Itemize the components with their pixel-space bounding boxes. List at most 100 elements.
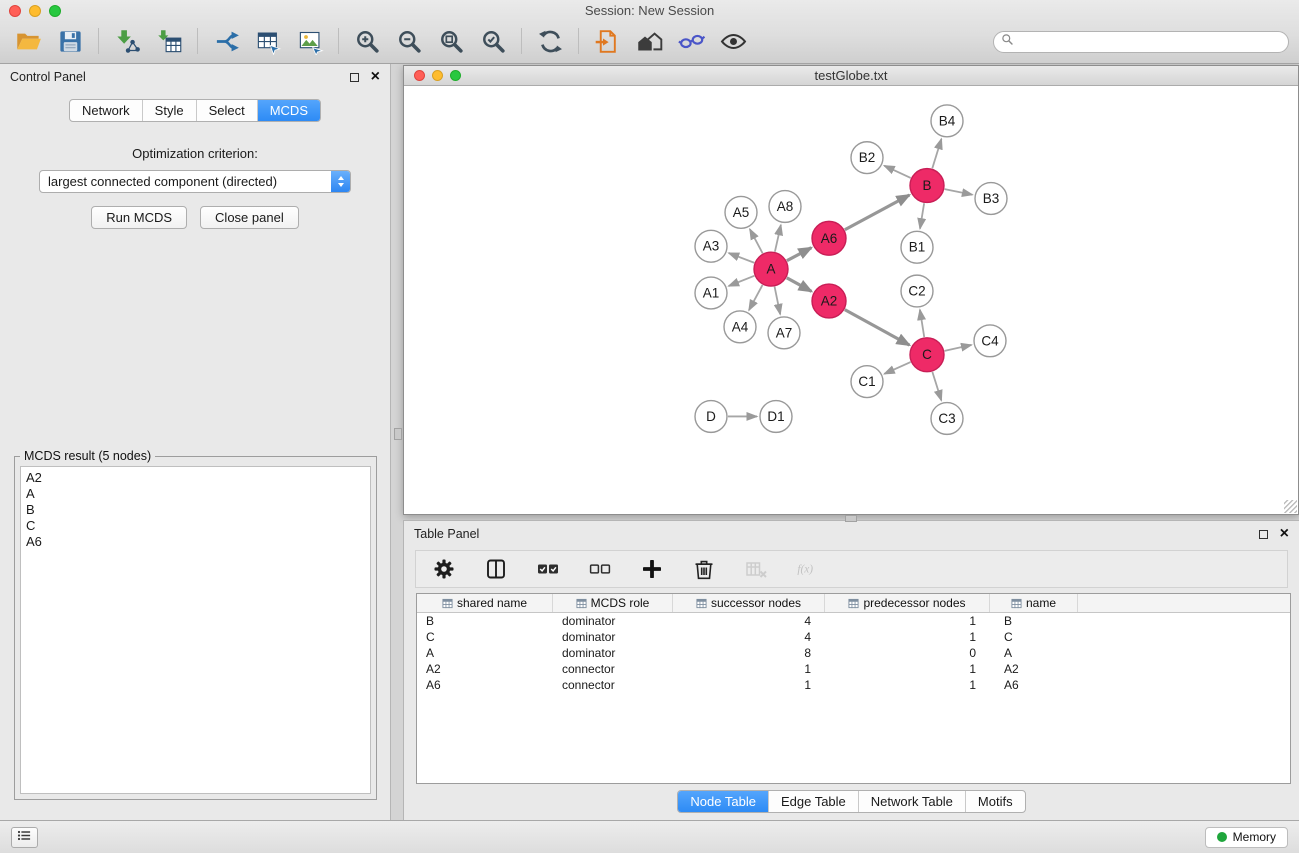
node-D[interactable]: D <box>695 401 727 433</box>
resize-grip[interactable] <box>1284 500 1297 513</box>
node-A[interactable]: A <box>754 252 788 286</box>
edge-A-A7[interactable] <box>775 287 781 315</box>
mcds-result-list[interactable]: A2ABCA6 <box>20 466 371 794</box>
table-tab-motifs[interactable]: Motifs <box>965 791 1025 812</box>
node-C[interactable]: C <box>910 338 944 372</box>
edge-C-C4[interactable] <box>945 345 972 351</box>
table-row[interactable]: Adominator80A <box>417 645 1290 661</box>
edge-A-A8[interactable] <box>775 225 781 252</box>
delete-row-icon[interactable] <box>688 553 720 585</box>
mcds-result-item[interactable]: B <box>26 502 365 518</box>
node-C4[interactable]: C4 <box>974 325 1006 357</box>
network-maximize-button[interactable] <box>450 70 461 81</box>
network-close-button[interactable] <box>414 70 425 81</box>
edge-A2-C[interactable] <box>845 310 910 345</box>
zoom-fit-icon[interactable] <box>435 25 467 57</box>
node-B2[interactable]: B2 <box>851 142 883 174</box>
node-C3[interactable]: C3 <box>931 403 963 435</box>
edge-B-B4[interactable] <box>932 139 941 168</box>
node-A8[interactable]: A8 <box>769 191 801 223</box>
deselect-all-rows-icon[interactable] <box>584 553 616 585</box>
zoom-selected-icon[interactable] <box>477 25 509 57</box>
tab-style[interactable]: Style <box>142 100 196 121</box>
column-header-successor-nodes[interactable]: successor nodes <box>673 594 825 612</box>
horizontal-split-handle[interactable] <box>845 515 857 522</box>
node-A6[interactable]: A6 <box>812 221 846 255</box>
close-panel-icon[interactable]: × <box>371 71 380 83</box>
table-row[interactable]: Bdominator41B <box>417 613 1290 629</box>
home-icon[interactable] <box>633 25 665 57</box>
open-session-icon[interactable] <box>12 25 44 57</box>
node-C2[interactable]: C2 <box>901 275 933 307</box>
edge-A-A2[interactable] <box>787 278 812 292</box>
column-header-predecessor-nodes[interactable]: predecessor nodes <box>825 594 990 612</box>
tab-mcds[interactable]: MCDS <box>257 100 320 121</box>
export-document-icon[interactable] <box>591 25 623 57</box>
close-panel-button[interactable]: Close panel <box>200 206 299 229</box>
mcds-result-item[interactable]: C <box>26 518 365 534</box>
network-minimize-button[interactable] <box>432 70 443 81</box>
node-A4[interactable]: A4 <box>724 311 756 343</box>
export-image-icon[interactable] <box>294 25 326 57</box>
zoom-out-icon[interactable] <box>393 25 425 57</box>
node-D1[interactable]: D1 <box>760 401 792 433</box>
mcds-result-item[interactable]: A2 <box>26 470 365 486</box>
node-B3[interactable]: B3 <box>975 183 1007 215</box>
network-canvas[interactable]: B4B2BB3A8A5A6A3B1AC2A1A2A4A7C4CC1DD1C3 <box>404 87 1298 514</box>
search-input[interactable] <box>1014 33 1288 51</box>
edge-C-C1[interactable] <box>884 362 910 374</box>
tab-select[interactable]: Select <box>196 100 257 121</box>
network-window-titlebar[interactable]: testGlobe.txt <box>404 66 1298 86</box>
edge-C-C3[interactable] <box>932 372 941 401</box>
node-B4[interactable]: B4 <box>931 105 963 137</box>
import-network-icon[interactable] <box>111 25 143 57</box>
memory-button[interactable]: Memory <box>1205 827 1288 848</box>
refresh-layout-icon[interactable] <box>534 25 566 57</box>
close-table-panel-icon[interactable]: × <box>1280 528 1289 540</box>
edge-A-A5[interactable] <box>750 229 763 253</box>
task-history-button[interactable] <box>11 827 38 848</box>
criterion-dropdown[interactable]: largest connected component (directed) <box>39 170 351 193</box>
float-panel-icon[interactable] <box>350 73 359 82</box>
table-row[interactable]: Cdominator41C <box>417 629 1290 645</box>
edge-B-B2[interactable] <box>884 166 910 178</box>
edge-A-A1[interactable] <box>729 276 755 286</box>
table-row[interactable]: A2connector11A2 <box>417 661 1290 677</box>
zoom-in-icon[interactable] <box>351 25 383 57</box>
column-header-name[interactable]: name <box>990 594 1078 612</box>
node-A1[interactable]: A1 <box>695 277 727 309</box>
column-selector-icon[interactable] <box>480 553 512 585</box>
table-settings-icon[interactable] <box>428 553 460 585</box>
node-A2[interactable]: A2 <box>812 284 846 318</box>
node-A7[interactable]: A7 <box>768 317 800 349</box>
new-network-icon[interactable] <box>210 25 242 57</box>
table-tab-network-table[interactable]: Network Table <box>858 791 965 812</box>
eye-icon[interactable] <box>717 25 749 57</box>
edge-A6-B[interactable] <box>845 195 910 230</box>
edge-C-C2[interactable] <box>920 310 924 337</box>
float-table-panel-icon[interactable] <box>1259 530 1268 539</box>
import-table-icon[interactable] <box>153 25 185 57</box>
glasses-icon[interactable] <box>675 25 707 57</box>
column-header-shared-name[interactable]: shared name <box>417 594 553 612</box>
select-all-rows-icon[interactable] <box>532 553 564 585</box>
node-B[interactable]: B <box>910 169 944 203</box>
new-table-icon[interactable] <box>252 25 284 57</box>
edge-A-A6[interactable] <box>787 248 811 261</box>
add-row-icon[interactable] <box>636 553 668 585</box>
node-C1[interactable]: C1 <box>851 366 883 398</box>
node-B1[interactable]: B1 <box>901 231 933 263</box>
save-session-icon[interactable] <box>54 25 86 57</box>
table-tab-edge-table[interactable]: Edge Table <box>768 791 858 812</box>
search-box[interactable] <box>993 31 1289 53</box>
edge-A-A4[interactable] <box>749 285 763 310</box>
column-header-MCDS-role[interactable]: MCDS role <box>553 594 673 612</box>
edge-A-A3[interactable] <box>729 253 754 263</box>
vertical-split-handle[interactable] <box>394 428 402 440</box>
node-A3[interactable]: A3 <box>695 230 727 262</box>
table-row[interactable]: A6connector11A6 <box>417 677 1290 693</box>
mcds-result-item[interactable]: A6 <box>26 534 365 550</box>
edge-B-B1[interactable] <box>920 203 924 228</box>
mcds-result-item[interactable]: A <box>26 486 365 502</box>
run-mcds-button[interactable]: Run MCDS <box>91 206 187 229</box>
